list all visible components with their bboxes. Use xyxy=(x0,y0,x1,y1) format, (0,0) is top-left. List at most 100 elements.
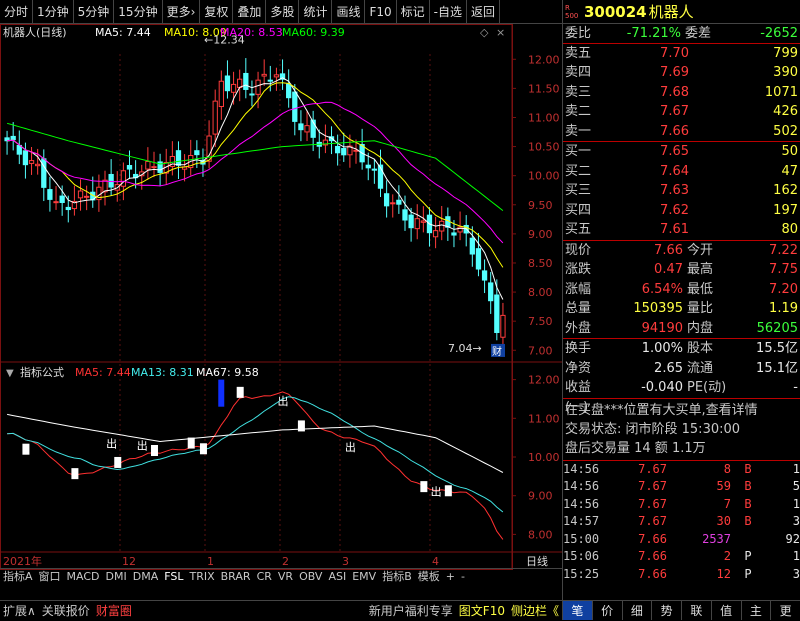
candle-body xyxy=(432,230,439,238)
sells-price: 7.70 xyxy=(660,45,689,61)
sub-ma13-line xyxy=(7,396,504,513)
trade-status: 交易状态: 闭市阶段 15:30:00 xyxy=(565,421,741,437)
panel-tab-0[interactable]: 笔 xyxy=(563,601,593,620)
toolbar-item-3[interactable]: 15分钟 xyxy=(114,0,163,24)
buys-row: 买三 7.63 162 xyxy=(563,181,800,201)
period-label[interactable]: 日线 xyxy=(526,554,548,568)
quote-row: 外盘 94190 内盘 56205 xyxy=(563,319,800,339)
kline-chart[interactable]: 机器人(日线) MA5: 7.44 MA10: 8.09MA20: 8.53 MA60… xyxy=(0,24,562,570)
panel-tab-2[interactable]: 细 xyxy=(623,601,653,620)
quote-value-a: 6.54% xyxy=(641,281,683,297)
bottom-right-2[interactable]: 侧边栏《 xyxy=(508,603,562,619)
candle-body xyxy=(151,166,157,169)
buys-price: 7.62 xyxy=(660,202,689,218)
toolbar-item-5[interactable]: 复权 xyxy=(200,0,234,24)
indicator-tab-16[interactable]: - xyxy=(458,569,468,585)
panel-tab-5[interactable]: 值 xyxy=(712,601,742,620)
candle-body xyxy=(22,150,29,166)
indicator-tab-10[interactable]: OBV xyxy=(296,569,325,585)
sells-volume: 1071 xyxy=(764,84,798,100)
sell-book: 卖五 7.70 799 卖四 7.69 390 卖三 7.68 1071 卖二 7.67 426 卖一 7… xyxy=(563,44,800,142)
indicator-tab-3[interactable]: DMI xyxy=(103,569,130,585)
indicator-tab-13[interactable]: 指标B xyxy=(379,569,415,585)
panel-tab-1[interactable]: 价 xyxy=(593,601,623,620)
buy-book: 买一 7.65 50 买二 7.64 47 买三 7.63 162 买四 7.62 197 买五 7.61… xyxy=(563,141,800,240)
quote-value-a: 0.47 xyxy=(654,262,683,277)
panel-tab-7[interactable]: 更 xyxy=(771,601,800,620)
buys-row: 买五 7.61 80 xyxy=(563,220,800,240)
tick-volume: 2 xyxy=(723,549,731,563)
candle-body xyxy=(212,100,218,135)
bottom-left-2[interactable]: 财富圈 xyxy=(93,603,135,619)
toolbar-item-13[interactable]: 返回 xyxy=(467,0,501,24)
panel-tab-6[interactable]: 主 xyxy=(742,601,772,620)
candle-body xyxy=(396,199,402,205)
main-ytick: 10.00 xyxy=(528,170,560,183)
quote-stats: 现价 7.66 今开 7.22 涨跌 0.47 最高 7.75 涨幅 6.54% 最低 7.20 总量 1… xyxy=(563,239,800,339)
quote-label-b: 最高 xyxy=(687,262,714,277)
candle-body xyxy=(243,72,249,90)
sells-label: 卖三 xyxy=(565,84,592,100)
indicator-tab-6[interactable]: TRIX xyxy=(186,569,217,585)
panel-tabs: 笔价细势联值主更 xyxy=(563,600,800,620)
bottom-left-1[interactable]: 关联报价 xyxy=(39,603,93,619)
toolbar-item-0[interactable]: 分时 xyxy=(0,0,34,24)
ma10-line xyxy=(7,82,504,268)
panel-tab-3[interactable]: 势 xyxy=(652,601,682,620)
indicator-tab-4[interactable]: DMA xyxy=(130,569,162,585)
candle-body xyxy=(47,189,53,200)
toolbar-item-1[interactable]: 1分钟 xyxy=(33,0,74,24)
diamond-icon[interactable]: ◇ xyxy=(480,26,489,39)
tick-row: 14:56 7.67 7 B 1 xyxy=(563,496,800,514)
bottom-right-0[interactable]: 新用户福利专享 xyxy=(366,603,456,619)
bottom-left-0[interactable]: 扩展∧ xyxy=(0,603,39,619)
main-ytick: 7.50 xyxy=(528,315,553,328)
sub-ma67-line xyxy=(7,413,504,473)
indicator-tab-7[interactable]: BRAR xyxy=(218,569,254,585)
sells-row: 卖三 7.68 1071 xyxy=(563,83,800,103)
toolbar-item-8[interactable]: 统计 xyxy=(299,0,333,24)
quote-row: 涨跌 0.47 最高 7.75 xyxy=(563,260,800,280)
finance-label: 财 xyxy=(492,345,502,358)
candle-body xyxy=(292,91,298,122)
toolbar-item-2[interactable]: 5分钟 xyxy=(74,0,115,24)
indicator-tab-2[interactable]: MACD xyxy=(64,569,103,585)
toolbar-item-12[interactable]: -自选 xyxy=(430,0,467,24)
indicator-tab-8[interactable]: CR xyxy=(254,569,275,585)
fundamental-stats: 换手 1.00% 股本 15.5亿 净资 2.65 流通 15.1亿 收益(一) -0.040 PE… xyxy=(563,338,800,415)
x-label: 4 xyxy=(432,555,439,568)
indicator-tab-5[interactable]: FSL xyxy=(161,569,186,585)
toolbar-item-7[interactable]: 多股 xyxy=(266,0,300,24)
quote-row: 总量 150395 量比 1.19 xyxy=(563,299,800,319)
indicator-tab-1[interactable]: 窗口 xyxy=(36,569,64,585)
panel-tab-4[interactable]: 联 xyxy=(682,601,712,620)
x-label: 2 xyxy=(282,555,289,568)
close-icon[interactable]: × xyxy=(496,26,505,39)
indicator-tab-15[interactable]: + xyxy=(443,569,458,585)
toolbar-item-4[interactable]: 更多› xyxy=(163,0,201,24)
indicator-tab-0[interactable]: 指标A xyxy=(0,569,36,585)
signal-block xyxy=(22,443,30,455)
indicator-tab-14[interactable]: 模板 xyxy=(415,569,443,585)
sells-row: 卖一 7.66 502 xyxy=(563,122,800,142)
candle-body xyxy=(249,93,255,96)
sub-expand-icon[interactable]: ▼ xyxy=(6,368,14,379)
stock-header: R 500 300024 机器人 xyxy=(563,0,800,24)
candle-body xyxy=(194,150,200,156)
quote-label-a: 现价 xyxy=(565,242,592,258)
toolbar-item-6[interactable]: 叠加 xyxy=(233,0,267,24)
indicator-tab-12[interactable]: EMV xyxy=(349,569,379,585)
tick-volume: 12 xyxy=(716,566,731,581)
buys-label: 买二 xyxy=(565,163,592,179)
quote-label-a: 涨跌 xyxy=(565,262,592,277)
toolbar-item-10[interactable]: F10 xyxy=(365,0,397,24)
big-order-notice[interactable]: 在买盘***位置有大买单,查看详情 xyxy=(565,401,798,420)
toolbar-item-9[interactable]: 画线 xyxy=(332,0,366,24)
bottom-right-1[interactable]: 图文F10 xyxy=(456,603,508,619)
main-ytick: 7.00 xyxy=(528,344,553,357)
toolbar-item-11[interactable]: 标记 xyxy=(397,0,430,24)
signal-bar-blue xyxy=(218,379,225,407)
indicator-tab-11[interactable]: ASI xyxy=(325,569,349,585)
buys-label: 买一 xyxy=(565,144,592,159)
indicator-tab-9[interactable]: VR xyxy=(275,569,296,585)
